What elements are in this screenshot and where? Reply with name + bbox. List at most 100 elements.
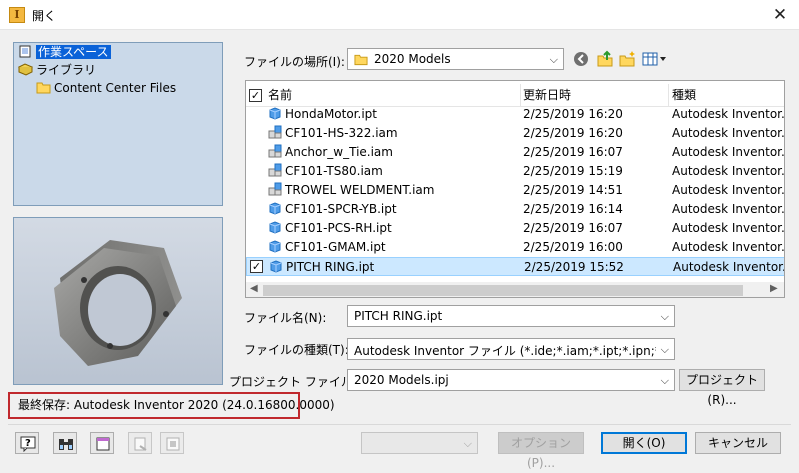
sort-caret-icon: ^ (374, 80, 383, 88)
file-date: 2/25/2019 14:51 (523, 183, 623, 197)
svg-text:?: ? (25, 438, 31, 449)
file-name: TROWEL WELDMENT.iam (285, 183, 435, 197)
cancel-button[interactable]: キャンセル (695, 432, 781, 454)
import-button[interactable] (160, 432, 184, 454)
project-value: 2020 Models.ipj (354, 373, 449, 387)
table-row[interactable]: CF101-HS-322.iam 2/25/2019 16:20 Autodes… (246, 124, 784, 143)
inventor-app-icon: I (9, 7, 25, 23)
content-center-label: Content Center Files (54, 81, 177, 95)
library-item[interactable]: ライブラリ (18, 62, 96, 79)
horizontal-scrollbar[interactable]: ◀ ▶ (246, 282, 784, 297)
file-type: Autodesk Inventor... (672, 164, 784, 178)
scroll-right-icon[interactable]: ▶ (770, 283, 778, 294)
file-name: CF101-HS-322.iam (285, 126, 398, 140)
window-title: 開く (32, 9, 57, 23)
close-button[interactable]: ✕ (766, 2, 794, 28)
file-date: 2/25/2019 16:07 (523, 145, 623, 159)
file-date: 2/25/2019 16:20 (523, 107, 623, 121)
select-all-checkbox[interactable]: ✓ (249, 89, 262, 102)
find-button[interactable] (53, 432, 77, 454)
part-icon (269, 221, 281, 234)
up-folder-icon[interactable] (596, 50, 614, 68)
file-type: Autodesk Inventor... (672, 183, 784, 197)
assembly-icon (268, 182, 282, 196)
file-arrow-icon (134, 437, 147, 451)
filename-label: ファイル名(N): (244, 311, 327, 325)
file-name: CF101-PCS-RH.ipt (285, 221, 392, 235)
library-label: ライブラリ (36, 63, 97, 77)
filename-value: PITCH RING.ipt (354, 309, 443, 323)
workspace-item[interactable]: 作業スペース (18, 44, 111, 61)
filetype-select[interactable]: Autodesk Inventor ファイル (*.ide;*.iam;*.ip… (347, 338, 675, 360)
pitch-ring-preview-image (14, 218, 222, 384)
folder-icon (36, 82, 51, 94)
library-icon (18, 63, 33, 76)
column-header-date[interactable]: 更新日時 (523, 84, 669, 106)
file-date: 2/25/2019 16:14 (523, 202, 623, 216)
table-row[interactable]: CF101-SPCR-YB.ipt 2/25/2019 16:14 Autode… (246, 200, 784, 219)
help-button[interactable]: ? (15, 432, 39, 454)
table-row[interactable]: CF101-TS80.iam 2/25/2019 15:19 Autodesk … (246, 162, 784, 181)
assembly-icon (268, 144, 282, 158)
filetype-value: Autodesk Inventor ファイル (*.ide;*.iam;*.ip… (354, 344, 656, 358)
scroll-left-icon[interactable]: ◀ (250, 283, 258, 294)
table-row[interactable]: HondaMotor.ipt 2/25/2019 16:20 Autodesk … (246, 105, 784, 124)
help-icon: ? (20, 436, 36, 452)
file-name: CF101-GMAM.ipt (285, 240, 386, 254)
project-button[interactable]: プロジェクト(R)... (679, 369, 765, 407)
table-row[interactable]: TROWEL WELDMENT.iam 2/25/2019 14:51 Auto… (246, 181, 784, 200)
content-center-item[interactable]: Content Center Files (36, 80, 176, 97)
part-icon (269, 240, 281, 253)
file-name: PITCH RING.ipt (286, 260, 375, 274)
column-header-type[interactable]: 種類 (672, 84, 784, 106)
assembly-icon (268, 163, 282, 177)
file-type: Autodesk Inventor... (672, 202, 784, 216)
workspace-icon (19, 45, 31, 58)
import-icon (166, 437, 180, 451)
view-menu-icon[interactable] (642, 51, 668, 67)
last-saved-status: 最終保存: Autodesk Inventor 2020 (24.0.16800… (8, 392, 335, 419)
back-icon[interactable] (573, 51, 591, 69)
chevron-down-icon[interactable]: ⌵ (661, 310, 669, 324)
binoculars-icon (59, 439, 73, 450)
workspace-label: 作業スペース (36, 45, 111, 59)
project-select[interactable]: 2020 Models.ipj ⌵ (347, 369, 675, 391)
file-name: CF101-SPCR-YB.ipt (285, 202, 397, 216)
open-button[interactable]: 開く(O) (601, 432, 687, 454)
file-date: 2/25/2019 16:20 (523, 126, 623, 140)
new-folder-icon[interactable] (619, 50, 637, 68)
file-name: Anchor_w_Tie.iam (285, 145, 393, 159)
chevron-down-icon: ⌵ (549, 53, 558, 66)
file-type: Autodesk Inventor... (672, 107, 784, 121)
filename-input[interactable]: PITCH RING.ipt ⌵ (347, 305, 675, 327)
file-type: Autodesk Inventor... (672, 240, 784, 254)
row-checkbox[interactable]: ✓ (250, 260, 263, 273)
table-row[interactable]: CF101-GMAM.ipt 2/25/2019 16:00 Autodesk … (246, 238, 784, 257)
table-row[interactable]: Anchor_w_Tie.iam 2/25/2019 16:07 Autodes… (246, 143, 784, 162)
file-type: Autodesk Inventor... (673, 260, 785, 274)
file-name: CF101-TS80.iam (285, 164, 383, 178)
file-date: 2/25/2019 15:52 (524, 260, 624, 274)
file-date: 2/25/2019 15:19 (523, 164, 623, 178)
new-file-button[interactable] (90, 432, 114, 454)
filetype-label: ファイルの種類(T): (244, 343, 349, 357)
column-header-name[interactable]: 名前 (268, 84, 521, 106)
location-value: 2020 Models (374, 52, 451, 66)
scrollbar-thumb[interactable] (263, 285, 743, 296)
chevron-down-icon: ⌵ (463, 437, 472, 450)
file-date: 2/25/2019 16:00 (523, 240, 623, 254)
location-combo[interactable]: 2020 Models ⌵ (347, 48, 564, 70)
disabled-combo[interactable]: ⌵ (361, 432, 478, 454)
file-type: Autodesk Inventor... (672, 126, 784, 140)
options-button[interactable]: オプション(P)... (498, 432, 584, 470)
workspace-panel: 作業スペース ライブラリ Content Center Files (13, 42, 223, 206)
location-label: ファイルの場所(I): (244, 55, 345, 69)
table-row[interactable]: CF101-PCS-RH.ipt 2/25/2019 16:07 Autodes… (246, 219, 784, 238)
chevron-down-icon: ⌵ (660, 374, 669, 387)
file-type: Autodesk Inventor... (672, 221, 784, 235)
table-row-selected[interactable]: ✓ PITCH RING.ipt 2/25/2019 15:52 Autodes… (246, 257, 785, 276)
part-icon (269, 202, 281, 215)
file-list[interactable]: ✓ 名前 ^ 更新日時 種類 HondaMotor.ipt 2/25/2019 … (245, 80, 785, 298)
open-options-button[interactable] (128, 432, 152, 454)
part-icon (270, 260, 282, 273)
